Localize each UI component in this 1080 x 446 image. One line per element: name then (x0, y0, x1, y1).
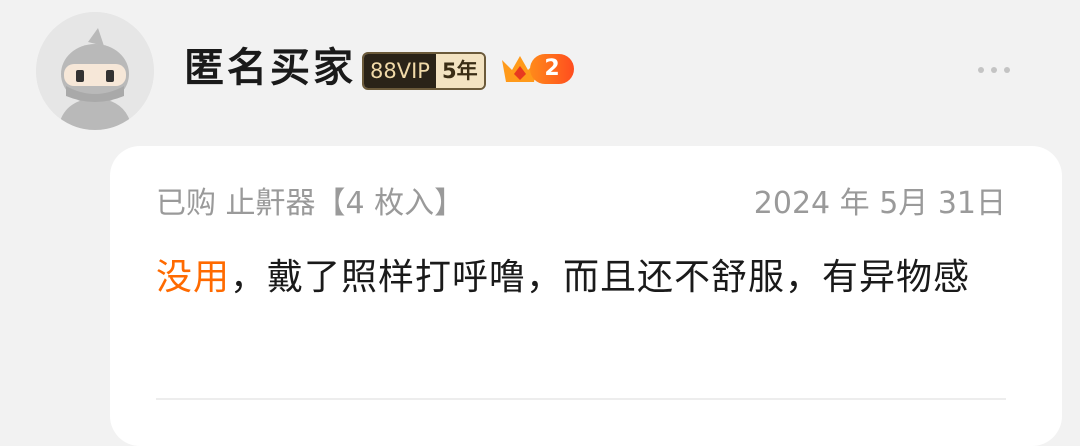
anonymous-ninja-avatar-icon (36, 12, 154, 130)
review-text: 没用，戴了照样打呼噜，而且还不舒服，有异物感 (156, 246, 996, 310)
vip-years: 5年 (435, 54, 484, 88)
review-card[interactable]: 已购 止鼾器【4 枚入】 2024 年 5月 31日 没用，戴了照样打呼噜，而且… (110, 146, 1062, 446)
review-body: ，戴了照样打呼噜，而且还不舒服，有异物感 (230, 257, 971, 298)
review-highlight: 没用 (156, 257, 231, 298)
more-options-button[interactable] (964, 52, 1024, 88)
divider (156, 398, 1006, 400)
more-dots-icon (991, 67, 997, 73)
more-dots-icon (1004, 67, 1010, 73)
username: 匿名买家 (184, 45, 356, 91)
level-badge: 2 (500, 50, 576, 88)
vip-label: 88VIP (364, 54, 436, 88)
level-number: 2 (530, 54, 574, 84)
more-dots-icon (978, 67, 984, 73)
avatar[interactable] (36, 12, 154, 130)
purchase-info[interactable]: 已购 止鼾器【4 枚入】 (156, 184, 464, 224)
review-date: 2024 年 5月 31日 (753, 186, 1006, 221)
vip-badge: 88VIP 5年 (362, 52, 486, 90)
